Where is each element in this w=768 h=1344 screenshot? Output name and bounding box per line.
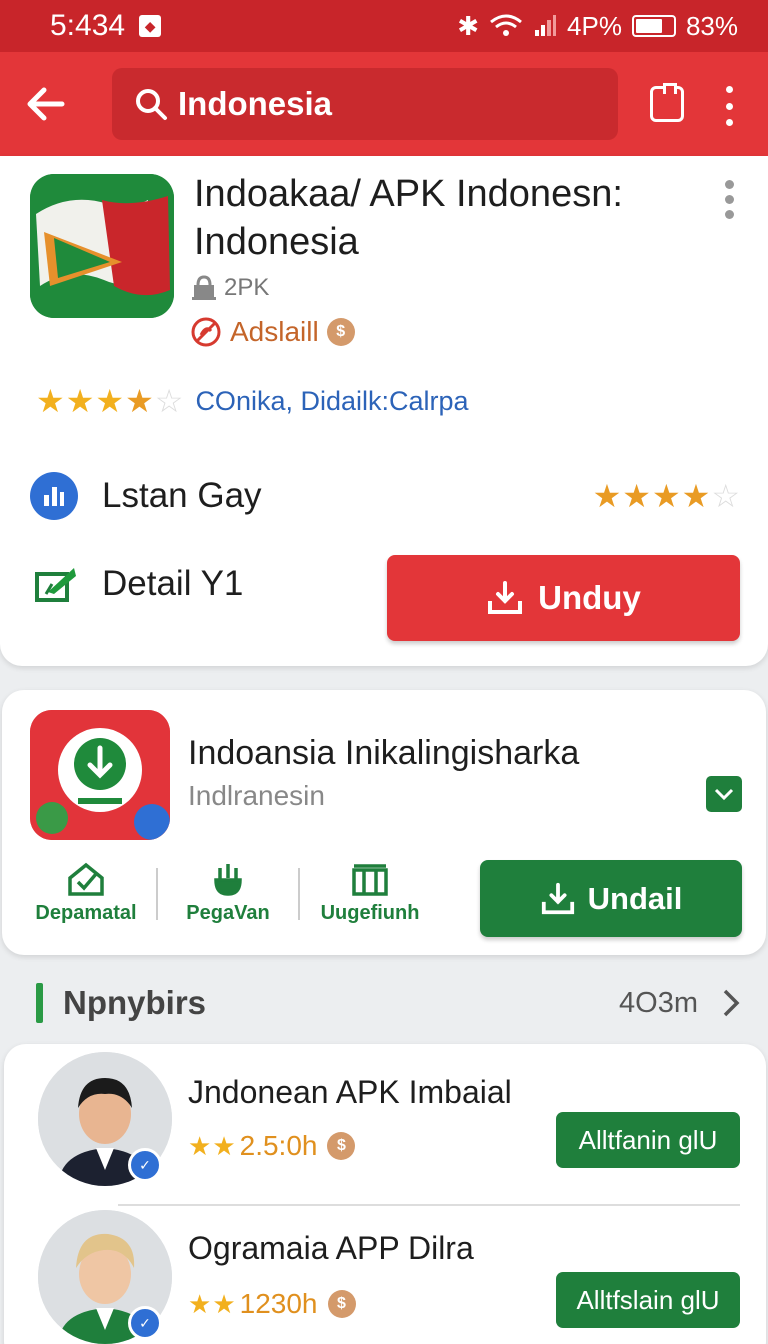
- notification-icon: ◆: [139, 15, 162, 37]
- second-app-card: Indoansia Inikalingisharka Indlranesin D…: [2, 690, 766, 955]
- search-query: Indonesia: [178, 85, 333, 122]
- download-button-2[interactable]: Undail: [480, 860, 742, 937]
- developer-link[interactable]: COnika, Didailk:Calrpa: [195, 386, 468, 417]
- rating-row: ★ ★ ★ ★ ☆ COnika, Didailk:Calrpa: [36, 382, 469, 420]
- signal-text: 4P%: [567, 10, 622, 41]
- section-header[interactable]: Npnybirs 4O3m: [36, 980, 740, 1026]
- section-title: Npnybirs: [63, 984, 207, 1021]
- wifi-icon: [490, 14, 522, 36]
- action-row: Depamatal PegaVan Uugefiunh: [22, 862, 434, 925]
- list-item-rating: ★ ★ 2.5:0h $: [188, 1130, 356, 1162]
- chevron-right-icon[interactable]: [722, 988, 740, 1018]
- list-item-rating: ★ ★ 1230h $: [188, 1288, 356, 1320]
- info-row-stars: ★ ★ ★ ★ ☆: [592, 478, 740, 514]
- detail-label: Detail Y1: [102, 564, 244, 603]
- verified-badge-icon: ✓: [128, 1148, 162, 1182]
- flag-app-icon[interactable]: [30, 174, 174, 318]
- list-item[interactable]: ✓ Ogramaia APP Dilra ★ ★ 1230h $ Alltfsla…: [4, 1210, 766, 1344]
- section-meta: 4O3m: [619, 986, 698, 1019]
- action-label: PegaVan: [186, 902, 270, 924]
- divider: [298, 867, 300, 920]
- no-ads-icon: [191, 317, 221, 347]
- detail-row[interactable]: Detail Y1: [34, 564, 243, 604]
- more-options-icon[interactable]: [722, 86, 736, 126]
- list-divider: [118, 1204, 740, 1206]
- status-bar: 5:434 ◆ ✱ 4P% 83%: [0, 0, 768, 52]
- list-item-button[interactable]: Alltfslain glU: [556, 1272, 740, 1328]
- download-button-label: Undail: [587, 880, 683, 916]
- list-item[interactable]: ✓ Jndonean APK Imbaial ★ ★ 2.5:0h $ Alltf…: [4, 1052, 766, 1208]
- app-title[interactable]: Indoakaa/ APK Indonesn: Indonesia: [194, 170, 704, 266]
- action-pegavan[interactable]: PegaVan: [164, 862, 292, 925]
- app-size: 2PK: [190, 274, 269, 302]
- action-label: Uugefiunh: [320, 902, 420, 924]
- list-item-title: Jndonean APK Imbaial: [188, 1074, 512, 1110]
- bluetooth-icon: ✱: [457, 10, 480, 41]
- app-title-2[interactable]: Indoansia Inikalingisharka: [188, 734, 579, 773]
- download-button[interactable]: Unduy: [387, 555, 740, 641]
- search-icon: [136, 89, 167, 120]
- ads-info: Adslaill $: [190, 316, 355, 348]
- app-list: ✓ Jndonean APK Imbaial ★ ★ 2.5:0h $ Alltf…: [4, 1044, 766, 1344]
- divider: [156, 867, 158, 920]
- section-accent: [36, 983, 43, 1023]
- package-icon: [192, 275, 216, 300]
- app-subtitle-2: Indlranesin: [188, 780, 325, 811]
- list-item-rating-text: 1230h: [239, 1288, 318, 1319]
- list-item-title: Ogramaia APP Dilra: [188, 1230, 474, 1266]
- coin-icon: $: [327, 1132, 356, 1160]
- action-label: Depamatal: [35, 902, 137, 924]
- app-size-value: 2PK: [224, 274, 270, 301]
- edit-document-icon: [35, 568, 76, 602]
- search-bar[interactable]: Indonesia: [112, 68, 618, 140]
- coin-icon: $: [326, 318, 355, 346]
- shield-check-icon: [68, 862, 104, 896]
- coin-icon: $: [327, 1290, 356, 1318]
- signal-icon: [535, 15, 557, 36]
- action-depamatal[interactable]: Depamatal: [22, 862, 150, 925]
- chevron-down-icon[interactable]: [706, 776, 742, 812]
- list-item-stars: ★ ★: [188, 1288, 236, 1319]
- list-item-stars: ★ ★: [188, 1130, 236, 1161]
- list-item-button[interactable]: Alltfanin glU: [556, 1112, 740, 1168]
- download-button-label: Unduy: [538, 579, 641, 616]
- top-app-bar: Indonesia: [0, 52, 768, 156]
- back-arrow-icon[interactable]: [26, 82, 66, 126]
- status-time: 5:434: [50, 9, 126, 42]
- battery-icon: [631, 15, 676, 37]
- download-app-icon[interactable]: [30, 710, 170, 840]
- card-more-icon[interactable]: [725, 180, 734, 219]
- info-row-label: Lstan Gay: [102, 476, 262, 515]
- download-icon: [488, 581, 523, 614]
- status-icons: ✱ 4P% 83%: [457, 11, 738, 42]
- featured-app-card: Indoakaa/ APK Indonesn: Indonesia 2PK Ad…: [0, 156, 768, 666]
- grid-icon: [352, 864, 388, 896]
- action-uugefiunh[interactable]: Uugefiunh: [306, 862, 434, 925]
- ads-label: Adslaill: [230, 316, 319, 347]
- rating-stars: ★ ★ ★ ★ ☆: [36, 383, 184, 419]
- clipboard-icon[interactable]: [650, 83, 684, 122]
- hand-icon: [214, 864, 242, 896]
- chart-icon: [30, 472, 78, 520]
- download-icon: [541, 882, 574, 914]
- info-row[interactable]: Lstan Gay ★ ★ ★ ★ ☆: [30, 466, 740, 526]
- verified-badge-icon: ✓: [128, 1306, 162, 1340]
- list-item-rating-text: 2.5:0h: [239, 1130, 318, 1161]
- battery-level: 83%: [685, 10, 738, 41]
